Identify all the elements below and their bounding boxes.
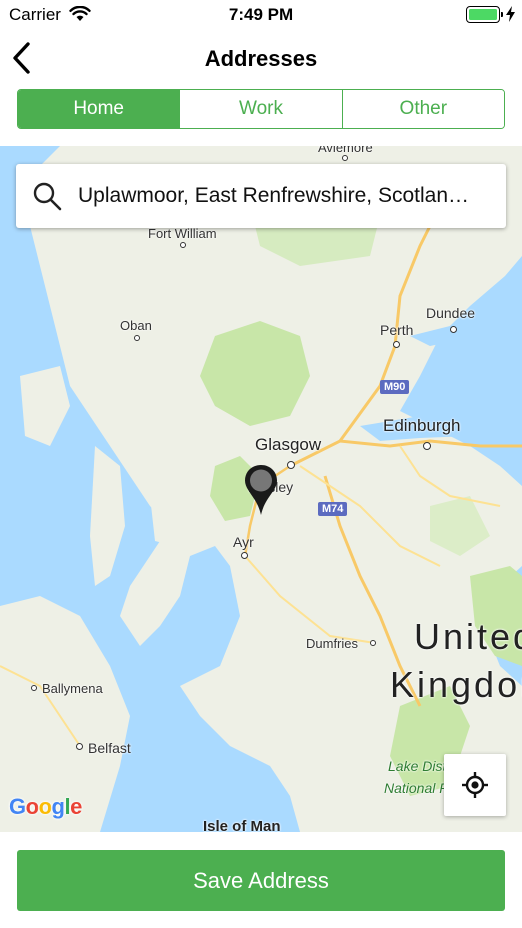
my-location-button[interactable] xyxy=(444,754,506,816)
road-shield-m90: M90 xyxy=(380,380,410,394)
crosshair-icon xyxy=(462,772,488,798)
search-input[interactable] xyxy=(78,184,478,208)
navigation-bar: Addresses xyxy=(0,30,522,88)
city-marker xyxy=(76,743,83,750)
city-marker xyxy=(134,335,140,341)
city-marker xyxy=(450,326,457,333)
map-label-oban: Oban xyxy=(120,318,152,333)
status-time: 7:49 PM xyxy=(228,5,294,24)
map-label-ayr: Ayr xyxy=(233,534,254,550)
map-label-isle-of-man: Isle of Man xyxy=(203,818,281,832)
city-marker xyxy=(370,640,376,646)
tab-other[interactable]: Other xyxy=(342,90,504,128)
map-label-dundee: Dundee xyxy=(426,305,476,321)
map-label-perth: Perth xyxy=(380,322,414,338)
city-marker xyxy=(241,552,248,559)
city-marker xyxy=(342,155,348,161)
map-label-ballymena: Ballymena xyxy=(42,681,103,696)
map-label-country-1: United xyxy=(414,616,522,657)
city-marker xyxy=(423,442,431,450)
map-pin-icon[interactable] xyxy=(244,464,278,516)
charging-bolt-icon xyxy=(506,6,515,22)
map-label-edinburgh: Edinburgh xyxy=(383,416,461,435)
page-title: Addresses xyxy=(204,46,318,71)
map-label-fort-william: Fort William xyxy=(148,226,217,241)
map-label-dumfries: Dumfries xyxy=(306,636,359,651)
city-marker xyxy=(393,341,400,348)
save-address-button[interactable]: Save Address xyxy=(17,850,505,911)
status-bar: Carrier 7:49 PM xyxy=(0,0,522,30)
tab-work[interactable]: Work xyxy=(180,90,343,128)
road-shield-m74: M74 xyxy=(318,502,348,516)
google-logo: Google xyxy=(9,794,82,819)
search-bar[interactable] xyxy=(16,164,506,228)
search-icon xyxy=(33,182,62,211)
tab-home[interactable]: Home xyxy=(18,90,181,128)
address-type-tabs: Home Work Other xyxy=(17,89,505,129)
city-marker xyxy=(31,685,37,691)
map-label-country-2: Kingdom xyxy=(390,664,522,705)
battery-icon xyxy=(466,6,503,23)
city-marker xyxy=(180,242,186,248)
map-label-aviemore: Aviemore xyxy=(318,146,373,155)
city-marker xyxy=(287,461,295,469)
map-label-belfast: Belfast xyxy=(88,740,131,756)
map-label-glasgow: Glasgow xyxy=(255,435,322,454)
map-view[interactable]: Aviemore Fort William Dundee Perth Oban … xyxy=(0,146,522,832)
